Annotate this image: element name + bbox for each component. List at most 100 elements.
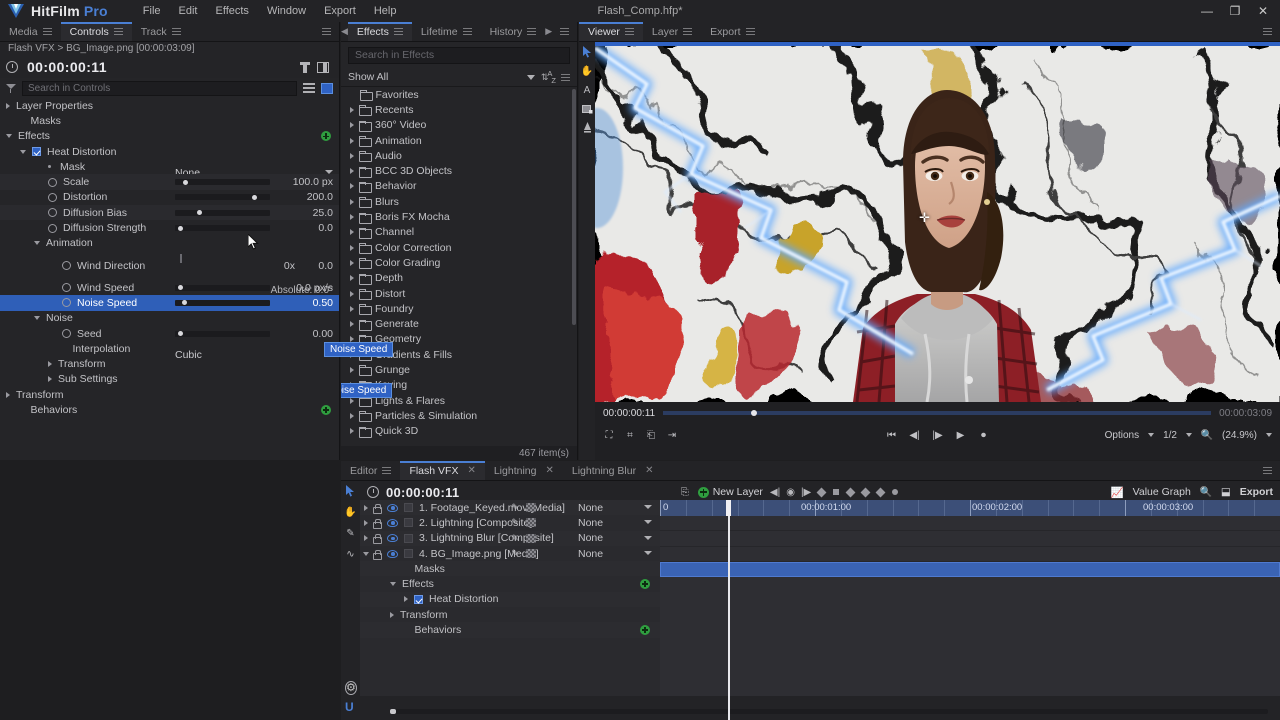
property-value[interactable]: 100.0 px (293, 176, 333, 188)
expand-arrow-icon[interactable] (363, 551, 369, 556)
lock-icon[interactable] (372, 534, 382, 545)
tab-media[interactable]: Media (0, 22, 61, 41)
timeline-sub-row[interactable]: Heat Distortion (360, 591, 660, 608)
timeline-track-row[interactable] (660, 531, 1280, 547)
close-icon[interactable]: ✕ (467, 465, 475, 476)
property-row[interactable]: Seed 0.00 (0, 326, 339, 341)
expand-arrow-icon[interactable] (404, 596, 408, 603)
expand-arrow-icon[interactable] (350, 137, 354, 144)
timeline-panel-menu-icon[interactable] (1255, 461, 1280, 480)
tab-lightning-blur[interactable]: Lightning Blur ✕ (563, 461, 663, 480)
effects-category-row[interactable]: Grunge (341, 362, 577, 377)
effects-category-row[interactable]: Channel (341, 225, 577, 240)
tab-effects[interactable]: Effects (347, 22, 412, 41)
expand-arrow-icon[interactable] (364, 519, 368, 526)
property-slider[interactable] (175, 330, 270, 337)
add-keyframe-icon[interactable]: ◉ (786, 487, 795, 498)
effects-category-row[interactable]: Audio (341, 148, 577, 163)
snapshot-icon[interactable]: ⇥ (666, 430, 678, 441)
expand-arrow-icon[interactable] (350, 168, 354, 175)
timeline-layer-row[interactable]: 4. BG_Image.png [Media] ✎ None (360, 546, 660, 561)
property-slider[interactable] (175, 225, 270, 232)
zoom-chevron-icon[interactable] (1266, 433, 1272, 437)
effect-enabled-checkbox[interactable] (32, 147, 41, 157)
menu-help[interactable]: Help (365, 3, 406, 19)
keyframe-toggle-icon[interactable] (48, 223, 57, 233)
next-keyframe-icon[interactable]: |▶ (801, 487, 811, 498)
transparency-icon[interactable] (526, 503, 536, 513)
expand-arrow-icon[interactable] (364, 535, 368, 542)
timeline-layer-row[interactable]: 2. Lightning [Composite] ✎ None (360, 515, 660, 530)
keyframe-toggle-icon[interactable] (62, 261, 71, 271)
keyframe-hold-icon[interactable] (833, 489, 840, 495)
expand-arrow-icon[interactable] (350, 305, 354, 312)
text-tool-icon[interactable]: A (581, 84, 593, 96)
keyframe-ease-out-icon[interactable] (875, 487, 886, 497)
property-row[interactable]: Diffusion Bias 25.0 (0, 205, 339, 221)
property-value[interactable]: 0.0 (318, 260, 333, 272)
hand-tool-icon[interactable]: ✋ (344, 506, 356, 518)
close-icon[interactable]: ✕ (645, 465, 653, 476)
expand-arrow-icon[interactable] (350, 366, 354, 373)
expand-arrow-icon[interactable] (350, 244, 354, 251)
tab-lightning[interactable]: Lightning ✕ (485, 461, 563, 480)
property-row[interactable]: Mask None (0, 159, 339, 179)
tab-menu-icon[interactable] (462, 28, 472, 35)
effects-category-row[interactable]: BCC 3D Objects (341, 163, 577, 178)
timeline-track-row[interactable] (660, 516, 1280, 532)
expand-arrow-icon[interactable] (350, 428, 354, 435)
lock-icon[interactable] (372, 518, 382, 529)
blend-mode-value[interactable]: None (578, 502, 603, 514)
select-tool-icon[interactable] (581, 46, 593, 58)
add-button[interactable] (321, 404, 331, 415)
transparency-icon[interactable] (526, 549, 536, 559)
tab-flash-vfx[interactable]: Flash VFX ✕ (400, 461, 486, 480)
property-value[interactable]: 25.0 (313, 207, 333, 219)
menu-file[interactable]: File (134, 3, 170, 19)
property-value[interactable]: 200.0 (307, 191, 333, 203)
zoom-timeline-icon[interactable]: 🔍 (1200, 487, 1212, 498)
expand-arrow-icon[interactable] (350, 122, 354, 129)
viewer-quality-label[interactable]: 1/2 (1163, 430, 1177, 441)
controls-timecode[interactable]: 00:00:00:11 (27, 59, 107, 75)
effects-category-row[interactable]: Favorites (341, 87, 577, 102)
play-icon[interactable]: ▶ (955, 430, 967, 441)
expand-arrow-icon[interactable] (48, 361, 52, 368)
collapse-arrow-icon[interactable] (6, 134, 12, 139)
undo-icon[interactable]: U (345, 700, 354, 714)
expand-arrow-icon[interactable] (350, 321, 354, 328)
tab-menu-icon[interactable] (42, 28, 52, 35)
property-row[interactable]: Sub Settings (0, 372, 339, 387)
tab-menu-icon[interactable] (745, 28, 755, 35)
close-icon[interactable]: ✕ (545, 465, 553, 476)
effect-enabled-checkbox[interactable] (414, 594, 423, 604)
effects-category-row[interactable]: Animation (341, 133, 577, 148)
effects-category-row[interactable]: Recents (341, 102, 577, 117)
edit-icon[interactable]: ✎ (510, 517, 520, 528)
property-row[interactable]: Distortion 200.0 (0, 190, 339, 205)
effects-category-row[interactable]: Color Grading (341, 255, 577, 270)
tabs-scroll-right-icon[interactable]: ▶ (545, 22, 552, 41)
keyframe-toggle-icon[interactable] (48, 208, 57, 218)
expand-arrow-icon[interactable] (350, 412, 354, 419)
effects-category-row[interactable]: Particles & Simulation (341, 408, 577, 423)
timeline-horizontal-scrollbar[interactable] (390, 709, 1268, 714)
tab-menu-icon[interactable] (171, 28, 181, 35)
collapse-arrow-icon[interactable] (390, 582, 396, 587)
tab-menu-icon[interactable] (624, 28, 634, 35)
property-row[interactable]: Scale 100.0 px (0, 174, 339, 190)
step-back-icon[interactable]: ◀| (909, 430, 921, 441)
controls-panel-menu-icon[interactable] (314, 22, 339, 41)
select-tool-icon[interactable] (345, 485, 357, 497)
add-button[interactable] (321, 131, 331, 142)
viewer-zoom-label[interactable]: (24.9%) (1222, 430, 1257, 441)
blend-mode-chevron-icon[interactable] (644, 520, 652, 525)
effects-category-row[interactable]: Boris FX Mocha (341, 209, 577, 224)
visibility-icon[interactable] (387, 503, 398, 512)
property-slider[interactable] (175, 299, 270, 306)
visibility-icon[interactable] (387, 549, 398, 558)
timeline-sub-row[interactable]: Behaviors (360, 622, 660, 638)
tab-viewer[interactable]: Viewer (579, 22, 643, 41)
menu-edit[interactable]: Edit (170, 3, 207, 19)
effects-scrollbar[interactable] (572, 89, 576, 325)
